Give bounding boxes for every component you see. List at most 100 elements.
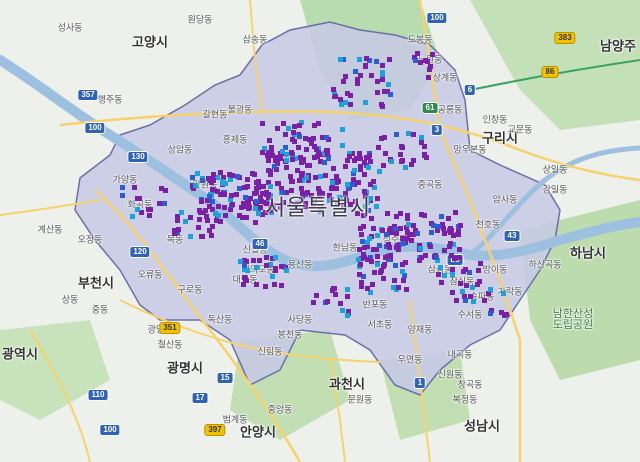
data-point [371,226,376,231]
data-point [261,184,266,189]
data-point [358,226,363,231]
data-point [314,293,319,298]
data-point [331,166,336,171]
district-label: 원당동 [187,14,213,25]
city-label: 안양시 [240,424,276,440]
data-point [394,214,399,219]
data-point [297,178,302,183]
data-point [241,282,246,287]
data-point [364,56,369,61]
map-title: 서울특별시 [264,195,372,220]
data-point [394,245,399,250]
data-point [360,239,365,244]
data-point [409,238,414,243]
data-point [456,232,461,237]
data-point [405,216,410,221]
district-label: 신림동 [257,346,283,357]
data-point [263,284,268,289]
data-point [132,185,137,190]
data-point [235,174,240,179]
data-point [200,234,205,239]
data-point [375,233,380,238]
data-point [388,92,393,97]
city-label: 남양주 [600,38,636,54]
data-point [441,226,446,231]
data-point [260,121,265,126]
data-point [343,164,348,169]
data-point [411,132,416,137]
data-point [284,268,289,273]
data-point [457,247,462,252]
data-point [257,258,262,263]
city-label: 고양시 [132,34,168,50]
data-point [448,241,453,246]
data-point [345,182,350,187]
map-canvas[interactable]: 고양시 남양주 구리시 하남시 부천시 광명시 광역시 안양시 과천시 성남시 성사동 원당동 행주동 도… [0,0,640,462]
data-point [372,270,377,275]
data-point [370,282,375,287]
data-point [242,263,247,268]
data-point [326,156,331,161]
district-label: 홍제동 [222,134,248,145]
data-point [200,178,205,183]
data-point [268,184,273,189]
data-point [338,57,343,62]
data-point [381,163,386,168]
data-point [284,165,289,170]
data-point [323,173,328,178]
city-label: 부천시 [78,275,114,291]
data-point [415,51,420,56]
district-label: 상동 [61,294,79,305]
data-point [135,207,140,212]
data-point [442,248,447,253]
data-point [377,169,382,174]
data-point [188,234,193,239]
data-point [463,267,468,272]
data-point [325,299,330,304]
data-point [147,213,152,218]
data-point [278,156,283,161]
data-point [340,308,345,313]
district-label: 창곡동 [457,379,483,390]
data-point [345,294,350,299]
data-point [448,226,453,231]
data-point [229,193,234,198]
data-point [365,240,370,245]
data-point [292,139,297,144]
data-point [196,225,201,230]
data-point [331,87,336,92]
data-point [452,256,457,261]
data-point [422,153,427,158]
district-label: 불광동 [227,104,253,115]
district-label: 범계동 [222,414,248,425]
data-point [211,172,216,177]
data-point [394,231,399,236]
data-point [386,82,391,87]
data-point [304,147,309,152]
data-point [428,244,433,249]
road-shield: 17 [191,392,209,404]
district-label: 용산동 [287,259,313,270]
data-point [403,260,408,265]
data-point [400,269,405,274]
data-point [377,243,382,248]
district-label: 중동 [91,304,109,315]
park-area [0,320,110,420]
data-point [404,287,409,292]
data-point [330,288,335,293]
city-label: 과천시 [329,376,365,392]
district-label: 철산동 [157,339,183,350]
data-point [209,233,214,238]
road-shield: 357 [77,89,99,101]
data-point [254,199,259,204]
district-label: 가양동 [112,174,138,185]
road-shield: 120 [129,246,151,258]
data-point [401,278,406,283]
data-point [413,58,418,63]
data-point [375,254,380,259]
data-point [403,165,408,170]
district-label: 오류동 [137,269,163,280]
data-point [290,157,295,162]
data-point [220,181,225,186]
data-point [419,255,424,260]
